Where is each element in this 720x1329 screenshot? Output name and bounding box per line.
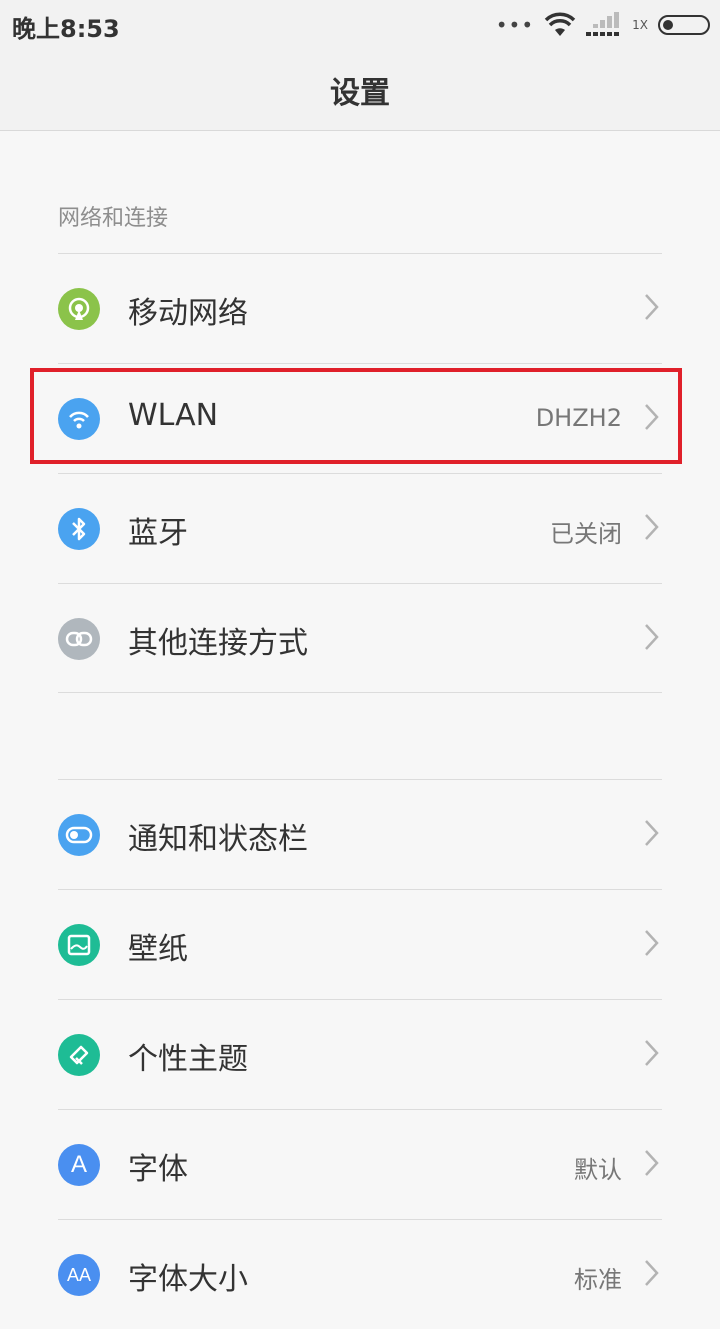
setting-row-other-connections[interactable]: 其他连接方式 [58,583,662,693]
setting-row-themes[interactable]: 个性主题 [58,999,662,1109]
chevron-right-icon [645,930,659,956]
bluetooth-icon [58,508,100,550]
setting-row-wallpaper[interactable]: 壁纸 [58,889,662,999]
page-title: 设置 [330,76,390,111]
theme-brush-icon [58,1034,100,1076]
row-label: 通知和状态栏 [128,822,308,857]
setting-row-mobile-network[interactable]: 移动网络 [58,253,662,363]
cell-signal-icon [586,12,620,36]
toggle-icon [58,814,100,856]
row-label: 移动网络 [128,296,248,331]
link-icon [58,618,100,660]
network-list: 移动网络 WLAN DHZH2 蓝牙 已关闭 其他连接方式 [58,253,662,693]
title-bar: 设置 [0,50,720,131]
setting-row-font[interactable]: A 字体 默认 [58,1109,662,1219]
row-label: 其他连接方式 [128,626,308,661]
network-type-label: 1X [632,18,648,32]
row-label: 蓝牙 [128,516,188,551]
row-label: 壁纸 [128,932,188,967]
chevron-right-icon [645,820,659,846]
chevron-right-icon [645,294,659,320]
chevron-right-icon [645,1150,659,1176]
status-bar: 晚上8:53 ••• 1X [0,0,720,50]
wifi-signal-icon [544,12,576,36]
row-label: 个性主题 [128,1042,248,1077]
setting-row-notifications[interactable]: 通知和状态栏 [58,779,662,889]
personalization-list: 通知和状态栏 壁纸 个性主题 A 字体 默认 AA 字体大小 标准 [58,779,662,1329]
row-label: 字体 [128,1152,188,1187]
row-value: 已关闭 [550,520,622,548]
chevron-right-icon [645,514,659,540]
section-header-network: 网络和连接 [58,206,169,231]
setting-row-bluetooth[interactable]: 蓝牙 已关闭 [58,473,662,583]
chevron-right-icon [645,1040,659,1066]
row-value: 标准 [574,1266,622,1294]
notification-dots-icon: ••• [495,13,535,37]
chevron-right-icon [645,624,659,650]
battery-icon [658,15,710,35]
font-size-icon: AA [58,1254,100,1296]
row-value: 默认 [574,1156,622,1184]
font-icon: A [58,1144,100,1186]
row-label: 字体大小 [128,1262,248,1297]
status-icons: ••• 1X [496,10,710,40]
mobile-network-icon [58,288,100,330]
wlan-highlight-box [30,368,682,464]
setting-row-font-size[interactable]: AA 字体大小 标准 [58,1219,662,1329]
chevron-right-icon [645,1260,659,1286]
status-time: 晚上8:53 [12,15,120,43]
wallpaper-icon [58,924,100,966]
